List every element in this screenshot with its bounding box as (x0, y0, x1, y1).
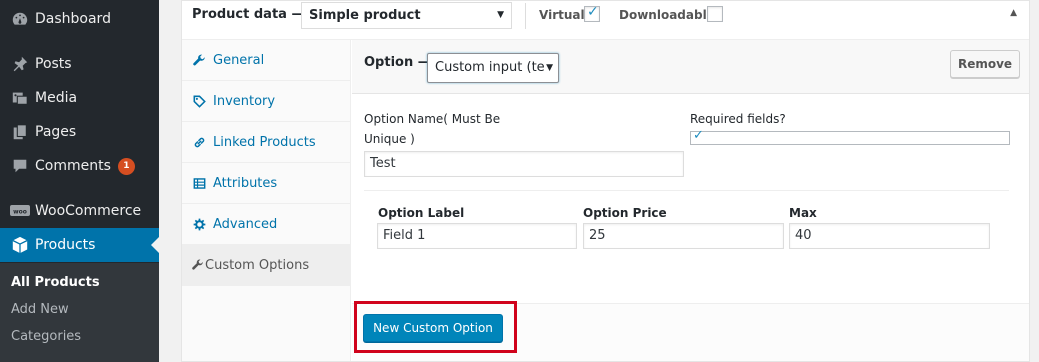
new-custom-option-button[interactable]: New Custom Option (363, 314, 503, 342)
svg-text:woo: woo (13, 209, 27, 216)
menu-item-posts[interactable]: Posts (0, 47, 159, 81)
virtual-checkbox[interactable]: ✓ (584, 4, 600, 22)
chevron-down-icon: ▼ (546, 63, 553, 73)
tab-inventory[interactable]: Inventory (182, 81, 350, 122)
tab-label: Attributes (213, 175, 278, 191)
media-icon (0, 89, 35, 107)
option-name-input[interactable]: Test (364, 151, 684, 177)
tag-icon (182, 95, 213, 108)
tab-label: Linked Products (213, 134, 316, 150)
dashboard-icon (0, 10, 35, 28)
option-label-input[interactable]: Field 1 (377, 223, 577, 249)
submenu-categories[interactable]: Categories (11, 329, 81, 344)
pages-icon (0, 123, 35, 141)
menu-label: WooCommerce (35, 203, 142, 219)
option-label: Option — (364, 55, 431, 70)
products-icon (0, 236, 35, 254)
column-header-option-price: Option Price (583, 206, 667, 220)
comments-icon (0, 157, 35, 175)
menu-item-media[interactable]: Media (0, 81, 159, 115)
menu-label: Products (35, 237, 96, 253)
tab-label: General (213, 52, 265, 68)
product-data-header: Product data — Simple product ▼ Virtual:… (182, 1, 1029, 40)
product-type-select[interactable]: Simple product ▼ (301, 2, 512, 29)
column-header-option-label: Option Label (378, 206, 465, 220)
required-fields-label: Required fields? (690, 112, 786, 126)
virtual-label: Virtual: (539, 8, 590, 22)
option-price-input[interactable]: 25 (583, 223, 784, 249)
products-submenu: All Products Add New Categories (0, 263, 159, 362)
remove-button[interactable]: Remove (950, 50, 1020, 78)
menu-label: Media (35, 90, 78, 106)
checkmark-icon: ✓ (693, 128, 704, 143)
tab-linked-products[interactable]: Linked Products (182, 122, 350, 163)
table-icon (182, 177, 213, 190)
submenu-add-new[interactable]: Add New (11, 302, 69, 317)
comment-count-badge: 1 (117, 157, 135, 175)
wrench-icon (182, 259, 205, 271)
product-data-title: Product data — (192, 7, 305, 22)
admin-sidebar: Dashboard Posts Media Pages Comments 1 w… (0, 0, 159, 362)
tab-label: Inventory (213, 93, 276, 109)
menu-item-woocommerce[interactable]: woo WooCommerce (0, 194, 159, 228)
option-name-label-line2: Unique ) (364, 132, 415, 146)
option-name-label-line1: Option Name( Must Be (364, 112, 501, 126)
pin-icon (0, 55, 35, 73)
downloadable-checkbox[interactable] (707, 6, 723, 22)
product-data-panel: Product data — Simple product ▼ Virtual:… (181, 0, 1030, 362)
option-type-value: Custom input (te (435, 60, 545, 75)
downloadable-label: Downloadable: (619, 8, 720, 22)
checkmark-icon: ✓ (587, 4, 599, 20)
chevron-down-icon: ▼ (497, 10, 504, 20)
option-name-label: Option Name( Must Be Unique ) (364, 109, 500, 149)
menu-item-comments[interactable]: Comments 1 (0, 149, 159, 183)
required-fields-checkbox[interactable]: ✓ (690, 128, 1010, 145)
product-data-tabs: General Inventory Linked Products Attrib… (182, 40, 351, 361)
menu-label: Comments (35, 158, 111, 174)
option-max-input[interactable]: 40 (789, 223, 990, 249)
tab-advanced[interactable]: Advanced (182, 204, 350, 245)
wrench-icon (182, 54, 213, 67)
tab-attributes[interactable]: Attributes (182, 163, 350, 204)
menu-label: Posts (35, 56, 72, 72)
collapse-toggle-icon[interactable]: ▲ (1010, 8, 1017, 18)
tab-general[interactable]: General (182, 40, 350, 81)
tab-label: Advanced (213, 216, 278, 232)
product-type-value: Simple product (309, 8, 421, 23)
option-type-select[interactable]: Custom input (te ▼ (427, 53, 559, 83)
option-header-row: Option — Custom input (te ▼ Remove (352, 40, 1029, 94)
tab-label: Custom Options (205, 257, 310, 273)
tab-custom-options[interactable]: Custom Options (182, 245, 350, 286)
section-divider (364, 190, 1009, 191)
gear-icon (182, 218, 213, 231)
column-header-max: Max (789, 206, 817, 220)
menu-label: Dashboard (35, 11, 111, 27)
link-icon (182, 136, 213, 149)
menu-item-pages[interactable]: Pages (0, 115, 159, 149)
header-divider (525, 3, 526, 29)
submenu-all-products[interactable]: All Products (11, 275, 100, 290)
menu-item-products[interactable]: Products (0, 228, 159, 262)
menu-item-dashboard[interactable]: Dashboard (0, 2, 159, 36)
menu-label: Pages (35, 124, 77, 140)
woo-icon: woo (0, 203, 35, 219)
